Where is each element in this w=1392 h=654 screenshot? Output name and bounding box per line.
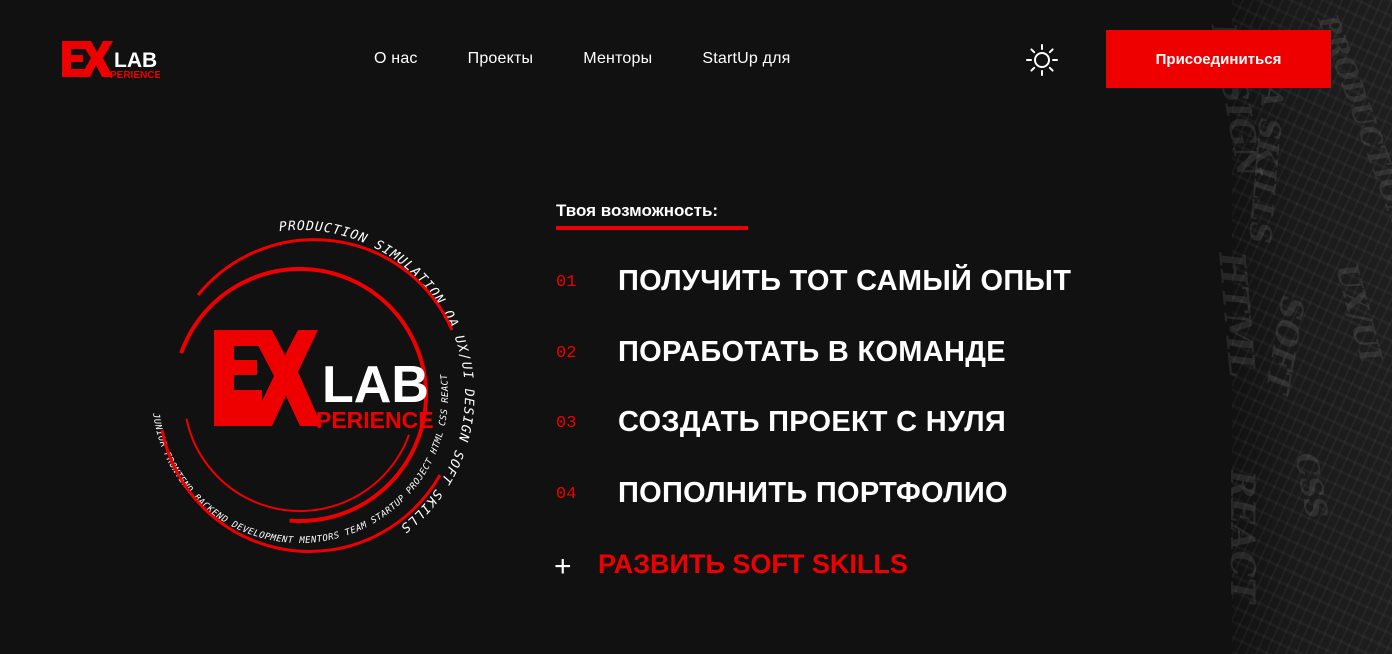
brand-logo[interactable]: LAB PERIENCE (60, 38, 160, 80)
opportunity-text: СОЗДАТЬ ПРОЕКТ С НУЛЯ (618, 406, 1006, 438)
opportunity-text: ПОРАБОТАТЬ В КОМАНДЕ (618, 336, 1006, 368)
nav-item-mentors[interactable]: Менторы (583, 49, 652, 69)
kicker-underline (556, 226, 748, 230)
logo-sub-text: PERIENCE (110, 70, 160, 80)
nav-item-projects[interactable]: Проекты (468, 49, 534, 69)
nav-item-about[interactable]: О нас (374, 49, 418, 69)
opportunity-text: ПОЛУЧИТЬ ТОТ САМЫЙ ОПЫТ (618, 265, 1072, 297)
main-nav: О нас Проекты Менторы StartUp для (374, 49, 841, 69)
sun-icon[interactable] (1026, 44, 1058, 76)
emblem-lab-text: LAB (322, 356, 429, 414)
nav-item-startup[interactable]: StartUp для (702, 49, 790, 69)
opportunity-number: 01 (556, 273, 577, 292)
opportunity-number: 02 (556, 344, 577, 363)
opportunity-text: ПОПОЛНИТЬ ПОРТФОЛИО (618, 477, 1008, 509)
emblem-sub-text: PERIENCE (316, 407, 434, 433)
opportunity-number: 03 (556, 414, 577, 433)
opportunity-number: 04 (556, 485, 577, 504)
opportunities-kicker: Твоя возможность: (556, 201, 719, 220)
graffiti-background: DESIGN QA SKILLS PRODUCTION HTML SOFT UX… (1203, 0, 1392, 654)
join-button[interactable]: Присоединиться (1106, 30, 1331, 88)
plus-icon: + (554, 550, 572, 583)
logo-lab-text: LAB (114, 49, 157, 72)
soft-skills-highlight: РАЗВИТЬ SOFT SKILLS (598, 549, 908, 579)
exlab-emblem: PRODUCTION SIMULATION QA UX/UI DESIGN SO… (150, 219, 475, 553)
